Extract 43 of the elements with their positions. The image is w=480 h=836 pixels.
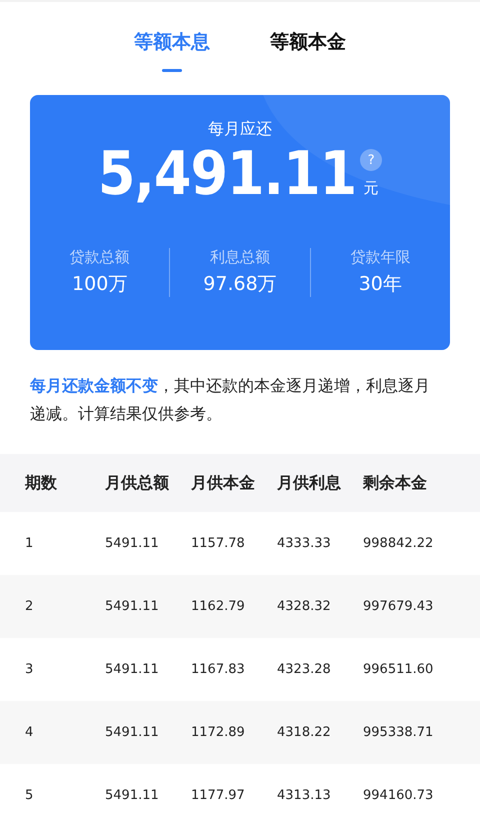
stat-value: 30年	[358, 272, 402, 297]
column-header: 月供总额	[105, 472, 170, 494]
table-cell-text: 5491.11	[105, 599, 160, 614]
table-cell-text: 1177.97	[191, 788, 246, 803]
table-cell-text: 4313.13	[277, 788, 332, 803]
stat-label: 利息总额	[210, 248, 270, 267]
column-header: 剩余本金	[363, 472, 428, 494]
currency-unit: 元	[364, 179, 379, 198]
table-cell-text: 4318.22	[277, 725, 332, 740]
table-cell-text: 5491.11	[105, 536, 160, 551]
help-icon[interactable]: ?	[360, 149, 382, 171]
table-cell-text: 3	[25, 662, 34, 677]
tab[interactable]: 等额本息	[134, 26, 210, 72]
stat-label: 贷款总额	[70, 248, 130, 267]
table-cell-text: 995338.71	[363, 725, 434, 740]
table-cell-text: 996511.60	[363, 662, 434, 677]
tab[interactable]: 等额本金	[270, 26, 346, 72]
monthly-payment-amount: 5,491.11	[98, 142, 356, 206]
table-cell-text: 1162.79	[191, 599, 246, 614]
table-cell-text: 4323.28	[277, 662, 332, 677]
table-cell-text: 4328.32	[277, 599, 332, 614]
table-cell-text: 5491.11	[105, 788, 160, 803]
table-cell-text: 997679.43	[363, 599, 434, 614]
column-header: 期数	[25, 472, 58, 494]
monthly-payment-label: 每月应还	[207, 118, 273, 140]
table-cell-text: 5491.11	[105, 725, 160, 740]
column-header: 月供本金	[191, 472, 256, 494]
table-cell-text: 994160.73	[363, 788, 434, 803]
table-cell-text: 4	[25, 725, 34, 740]
table-cell-text: 1	[25, 536, 34, 551]
table-cell-text: 2	[25, 599, 34, 614]
table-cell-text: 5491.11	[105, 662, 160, 677]
description-text: 每月还款金额不变，其中还款的本金逐月递增，利息逐月递减。计算结果仅供参考。	[30, 375, 430, 425]
table-cell-text: 5	[25, 788, 34, 803]
stat-value: 100万	[72, 272, 128, 297]
stat-label: 贷款年限	[350, 248, 410, 267]
table-cell-text: 4333.33	[277, 536, 332, 551]
stat-value: 97.68万	[203, 272, 277, 297]
column-header: 月供利息	[277, 472, 342, 494]
table-cell-text: 998842.22	[363, 536, 434, 551]
table-cell-text: 1157.78	[191, 536, 246, 551]
table-cell-text: 1167.83	[191, 662, 246, 677]
table-cell-text: 1172.89	[191, 725, 246, 740]
